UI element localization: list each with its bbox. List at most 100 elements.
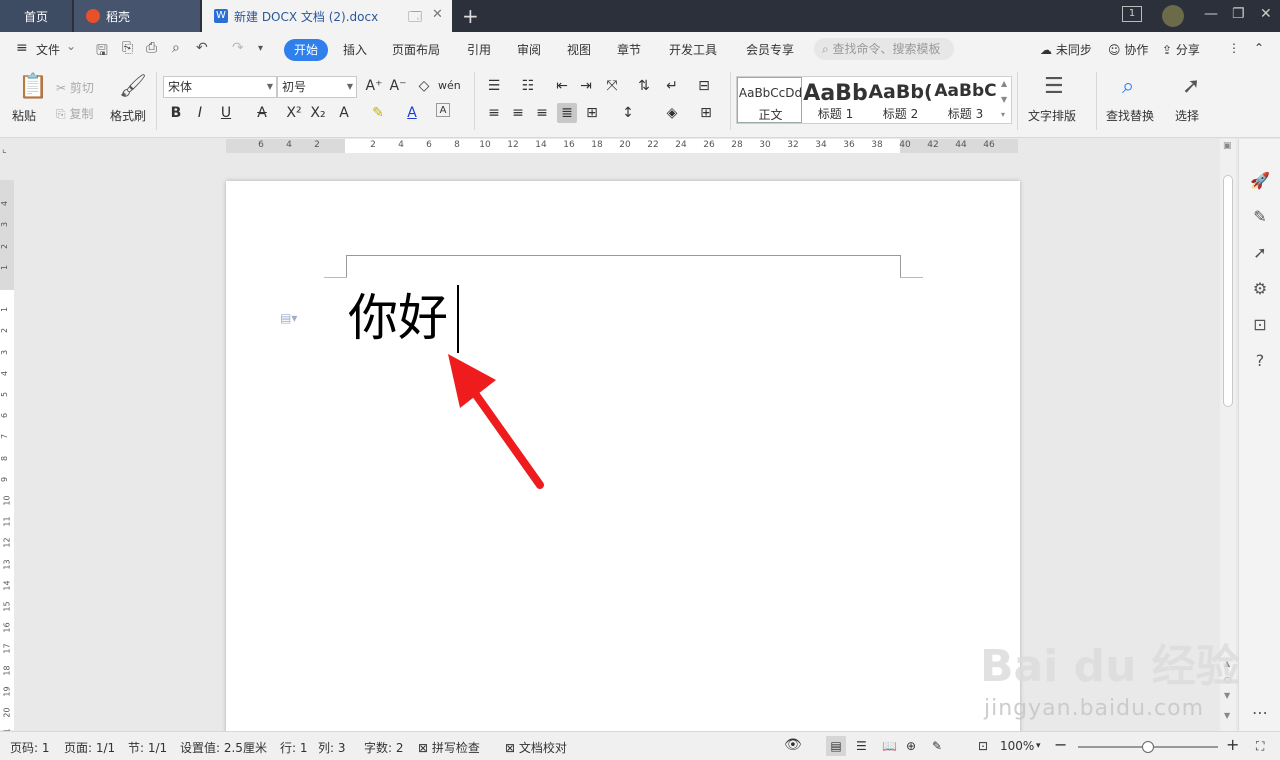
font-name-select[interactable]: 宋体 ▼ bbox=[163, 76, 277, 98]
zoom-in-button[interactable]: + bbox=[1226, 735, 1239, 754]
adjust-icon[interactable]: ⚙ bbox=[1250, 279, 1270, 298]
align-center-icon[interactable]: ≡ bbox=[508, 103, 528, 123]
print-preview-icon[interactable]: ⌕ bbox=[172, 40, 180, 56]
underline-icon[interactable]: U bbox=[216, 103, 236, 123]
decrease-indent-icon[interactable]: ⇤ bbox=[552, 76, 572, 96]
sync-button[interactable]: ☁ 未同步 bbox=[1040, 41, 1092, 58]
fullscreen-icon[interactable]: ⛶ bbox=[1256, 739, 1264, 754]
text-layout-icon[interactable]: ☰ bbox=[1044, 74, 1064, 99]
share-button[interactable]: ⇪ 分享 bbox=[1162, 41, 1200, 58]
style-heading-2[interactable]: AaBb( 标题 2 bbox=[868, 77, 933, 123]
select-cursor-icon[interactable]: ➚ bbox=[1182, 74, 1200, 99]
menu-section[interactable]: 章节 bbox=[617, 41, 641, 58]
show-marks-icon[interactable]: ↵ bbox=[662, 76, 682, 96]
restore-icon[interactable]: ❐ bbox=[1232, 6, 1245, 22]
status-pages[interactable]: 页面: 1/1 bbox=[64, 739, 115, 756]
format-painter-icon[interactable]: 🖌 bbox=[119, 74, 147, 99]
style-normal[interactable]: AaBbCcDd 正文 bbox=[737, 77, 802, 123]
minimize-icon[interactable]: — bbox=[1204, 6, 1218, 22]
new-tab-button[interactable]: + bbox=[462, 4, 479, 28]
undo-icon[interactable]: ↶ bbox=[196, 40, 208, 56]
menu-page-layout[interactable]: 页面布局 bbox=[392, 41, 440, 58]
distributed-icon[interactable]: ⊞ bbox=[582, 103, 602, 123]
status-section[interactable]: 节: 1/1 bbox=[128, 739, 167, 756]
more-vertical-icon[interactable]: ⋮ bbox=[1228, 41, 1240, 55]
text-layout-button[interactable]: 文字排版 bbox=[1028, 107, 1076, 124]
float-tab-icon[interactable]: 🗔 bbox=[408, 8, 422, 30]
align-right-icon[interactable]: ≡ bbox=[532, 103, 552, 123]
menu-view[interactable]: 视图 bbox=[567, 41, 591, 58]
zoom-slider-knob[interactable] bbox=[1142, 741, 1154, 753]
spell-check-button[interactable]: ⊠ 拼写检查 bbox=[418, 739, 480, 756]
eye-protect-icon[interactable]: 👁 bbox=[784, 737, 802, 753]
search-input[interactable]: ⌕ 查找命令、搜索模板 bbox=[814, 38, 954, 60]
save-icon[interactable]: 🖫 bbox=[96, 40, 108, 64]
shrink-font-icon[interactable]: A⁻ bbox=[388, 76, 408, 96]
tab-daoke[interactable]: 稻壳 bbox=[74, 0, 200, 32]
grow-font-icon[interactable]: A⁺ bbox=[364, 76, 384, 96]
char-border-icon[interactable]: A bbox=[436, 103, 450, 117]
pen-icon[interactable]: ✎ bbox=[1250, 207, 1270, 226]
phonetic-guide-icon[interactable]: wén bbox=[438, 76, 461, 96]
page-view-icon[interactable]: ▤ bbox=[826, 736, 846, 756]
bullet-list-icon[interactable]: ☰ bbox=[484, 76, 504, 96]
find-replace-icon[interactable]: ⌕ bbox=[1122, 74, 1134, 99]
menu-file[interactable]: 文件 bbox=[36, 41, 60, 58]
help-icon[interactable]: ? bbox=[1250, 351, 1270, 370]
document-text[interactable]: 你好 bbox=[348, 281, 448, 355]
scroll-top-icon[interactable]: ▣ bbox=[1223, 141, 1232, 151]
more-icon[interactable]: ⋯ bbox=[1250, 703, 1270, 722]
sort-icon[interactable]: ⇅ bbox=[634, 76, 654, 96]
tab-document[interactable]: W 新建 DOCX 文档 (2).docx 🗔 ✕ bbox=[202, 0, 452, 32]
web-view-icon[interactable]: ⊕ bbox=[906, 739, 916, 753]
status-page-no[interactable]: 页码: 1 bbox=[10, 739, 50, 756]
collab-button[interactable]: ☺ 协作 bbox=[1108, 41, 1148, 58]
print-icon[interactable]: ⎙ bbox=[146, 40, 157, 56]
annotate-icon[interactable]: ✎ bbox=[932, 739, 942, 753]
gallery-scroll-down-icon[interactable]: ▼ bbox=[1001, 95, 1007, 104]
text-effect-icon[interactable]: A bbox=[334, 103, 354, 123]
numbered-list-icon[interactable]: ☷ bbox=[518, 76, 538, 96]
tab-stop-icon[interactable]: ⌞ bbox=[2, 144, 7, 155]
close-window-icon[interactable]: ✕ bbox=[1260, 6, 1272, 22]
customize-icon[interactable]: ▾ bbox=[258, 43, 263, 54]
subscript-icon[interactable]: X₂ bbox=[308, 103, 328, 123]
menu-review[interactable]: 审阅 bbox=[517, 41, 541, 58]
fit-page-icon[interactable]: ⊡ bbox=[978, 739, 988, 753]
zoom-out-button[interactable]: − bbox=[1054, 735, 1067, 754]
scrollbar-thumb[interactable] bbox=[1223, 175, 1233, 407]
paragraph-handle-icon[interactable]: ▤▾ bbox=[280, 311, 297, 325]
redo-icon[interactable]: ↷ bbox=[232, 40, 244, 56]
status-col[interactable]: 列: 3 bbox=[318, 739, 346, 756]
tab-home[interactable]: 首页 bbox=[0, 0, 72, 32]
export-pdf-icon[interactable]: ⎘ bbox=[122, 40, 133, 56]
zoom-level[interactable]: 100% bbox=[1000, 739, 1034, 753]
outline-view-icon[interactable]: ☰ bbox=[856, 739, 867, 753]
rocket-icon[interactable]: 🚀 bbox=[1250, 171, 1270, 190]
close-tab-icon[interactable]: ✕ bbox=[432, 7, 443, 22]
avatar[interactable] bbox=[1162, 5, 1184, 27]
line-spacing-icon[interactable]: ↕ bbox=[618, 103, 638, 123]
gallery-expand-icon[interactable]: ▾ bbox=[1001, 110, 1005, 119]
style-heading-1[interactable]: AaBb 标题 1 bbox=[803, 77, 868, 123]
chinese-layout-icon[interactable]: ⤧ bbox=[602, 76, 622, 96]
font-color-icon[interactable]: A bbox=[402, 103, 422, 123]
backup-icon[interactable]: ⊡ bbox=[1250, 315, 1270, 334]
doc-proof-button[interactable]: ⊠ 文档校对 bbox=[505, 739, 567, 756]
cursor-select-icon[interactable]: ➚ bbox=[1250, 243, 1270, 262]
strikethrough-icon[interactable]: A bbox=[252, 103, 272, 123]
line-icon[interactable]: ⊟ bbox=[694, 76, 714, 96]
hamburger-icon[interactable]: ≡ bbox=[16, 40, 28, 56]
menu-insert[interactable]: 插入 bbox=[343, 41, 367, 58]
menu-start[interactable]: 开始 bbox=[284, 39, 328, 61]
find-replace-button[interactable]: 查找替换 bbox=[1106, 107, 1154, 124]
font-size-select[interactable]: 初号 ▼ bbox=[277, 76, 357, 98]
reading-view-icon[interactable]: 📖 bbox=[882, 739, 897, 753]
collapse-ribbon-icon[interactable]: ⌃ bbox=[1254, 41, 1264, 55]
borders-icon[interactable]: ⊞ bbox=[696, 103, 716, 123]
clear-format-icon[interactable]: ◇ bbox=[414, 76, 434, 96]
menu-references[interactable]: 引用 bbox=[467, 41, 491, 58]
paste-icon[interactable]: 📋 bbox=[18, 72, 48, 100]
zoom-dropdown-icon[interactable]: ▾ bbox=[1036, 741, 1041, 751]
superscript-icon[interactable]: X² bbox=[284, 103, 304, 123]
